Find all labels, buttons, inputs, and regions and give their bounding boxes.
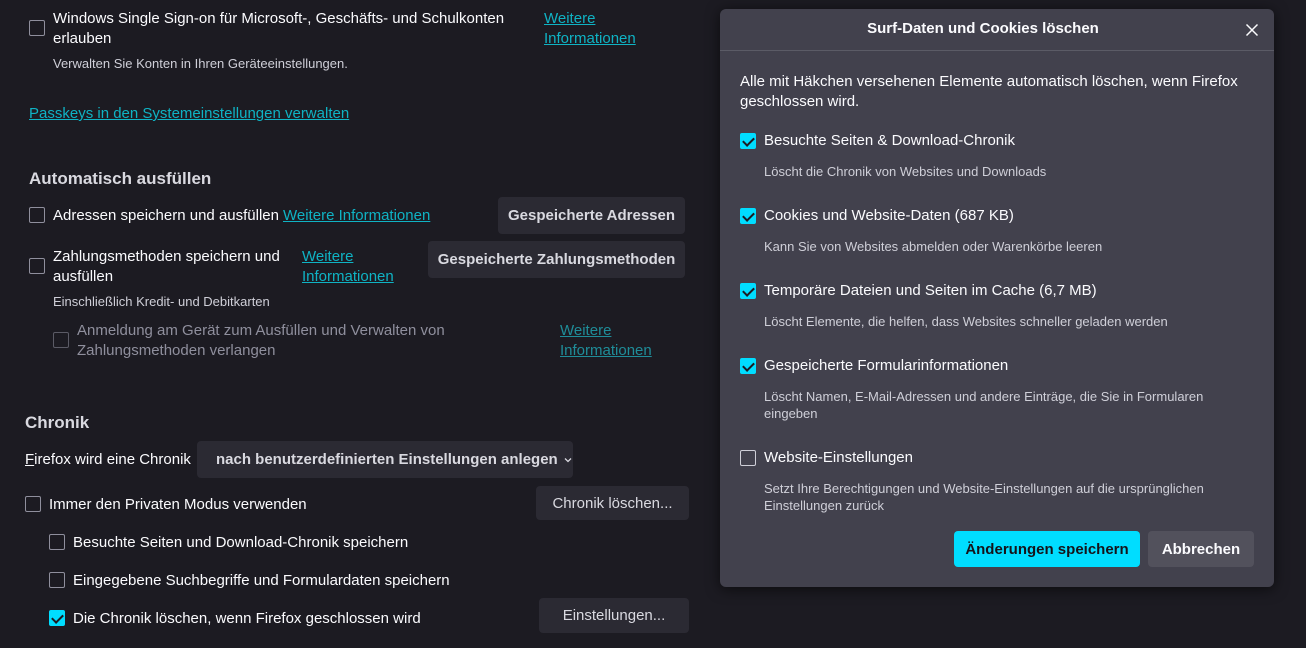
option-history-description: Löscht die Chronik von Websites und Down… — [764, 164, 1047, 179]
option-site-settings-label: Website-Einstellungen — [764, 449, 913, 466]
sso-more-info-link[interactable]: Weitere Informationen — [544, 9, 664, 49]
saved-addresses-button[interactable]: Gespeicherte Adressen — [498, 197, 685, 234]
device-auth-label: Anmeldung am Gerät zum Ausfüllen und Ver… — [77, 322, 445, 359]
addresses-label: Adressen speichern und ausfüllen — [53, 207, 279, 224]
saved-payment-methods-button[interactable]: Gespeicherte Zahlungsmethoden — [428, 241, 685, 278]
close-button[interactable] — [1242, 20, 1262, 40]
private-mode-label: Immer den Privaten Modus verwenden — [49, 496, 307, 513]
autofill-section-title: Automatisch ausfüllen — [29, 169, 212, 188]
option-cache-description: Löscht Elemente, die helfen, dass Websit… — [764, 314, 1168, 329]
option-forms-label: Gespeicherte Formularinformationen — [764, 357, 1009, 374]
option-site-settings-checkbox[interactable] — [740, 450, 756, 466]
private-mode-checkbox[interactable] — [25, 496, 41, 512]
option-forms-checkbox[interactable] — [740, 358, 756, 374]
history-section-title: Chronik — [25, 413, 90, 432]
clear-on-close-settings-button[interactable]: Einstellungen... — [539, 598, 689, 633]
close-icon — [1245, 23, 1259, 37]
dialog-intro: Alle mit Häkchen versehenen Elemente aut… — [740, 73, 1238, 110]
cancel-button[interactable]: Abbrechen — [1148, 531, 1254, 567]
option-cache-checkbox[interactable] — [740, 283, 756, 299]
sso-label: Windows Single Sign-on für Microsoft-, G… — [53, 10, 505, 47]
addresses-more-info-link[interactable]: Weitere Informationen — [283, 206, 430, 226]
payment-methods-label: Zahlungsmethoden speichern und ausfüllen — [53, 248, 280, 285]
history-mode-label: Firefox wird eine Chronik — [25, 451, 191, 468]
addresses-checkbox[interactable] — [29, 207, 45, 223]
sso-checkbox[interactable] — [29, 20, 45, 36]
option-cookies-description: Kann Sie von Websites abmelden oder Ware… — [764, 239, 1103, 254]
sso-description: Verwalten Sie Konten in Ihren Geräteeins… — [53, 56, 348, 71]
save-search-history-checkbox[interactable] — [49, 572, 65, 588]
clear-on-close-checkbox[interactable] — [49, 610, 65, 626]
save-changes-button[interactable]: Änderungen speichern — [954, 531, 1140, 567]
passkeys-link[interactable]: Passkeys in den Systemeinstellungen verw… — [29, 104, 349, 124]
clear-data-dialog: Surf-Daten und Cookies löschen Alle mit … — [720, 9, 1274, 587]
option-cache-label: Temporäre Dateien und Seiten im Cache (6… — [764, 282, 1097, 299]
device-auth-more-info-link[interactable]: Weitere Informationen — [560, 321, 670, 361]
payment-methods-checkbox[interactable] — [29, 258, 45, 274]
option-history-label: Besuchte Seiten & Download-Chronik — [764, 132, 1015, 149]
history-mode-dropdown[interactable]: nach benutzerdefinierten Einstellungen a… — [197, 441, 573, 478]
option-forms-description: Löscht Namen, E-Mail-Adressen und andere… — [764, 389, 1204, 421]
chevron-down-icon — [563, 455, 573, 465]
dialog-header: Surf-Daten und Cookies löschen — [720, 9, 1274, 51]
payment-methods-description: Einschließlich Kredit- und Debitkarten — [53, 294, 270, 309]
device-auth-checkbox[interactable] — [53, 332, 69, 348]
history-mode-value: nach benutzerdefinierten Einstellungen a… — [216, 451, 558, 468]
clear-on-close-label: Die Chronik löschen, wenn Firefox geschl… — [73, 610, 421, 627]
save-browsing-history-checkbox[interactable] — [49, 534, 65, 550]
dialog-title: Surf-Daten und Cookies löschen — [867, 20, 1099, 37]
save-search-history-label: Eingegebene Suchbegriffe und Formulardat… — [73, 572, 450, 589]
clear-history-button[interactable]: Chronik löschen... — [536, 486, 689, 520]
option-cookies-label: Cookies und Website-Daten (687 KB) — [764, 207, 1014, 224]
payment-more-info-link[interactable]: Weitere Informationen — [302, 247, 412, 287]
save-browsing-history-label: Besuchte Seiten und Download-Chronik spe… — [73, 534, 409, 551]
option-history-checkbox[interactable] — [740, 133, 756, 149]
option-cookies-checkbox[interactable] — [740, 208, 756, 224]
option-site-settings-description: Setzt Ihre Berechtigungen und Website-Ei… — [764, 481, 1204, 513]
